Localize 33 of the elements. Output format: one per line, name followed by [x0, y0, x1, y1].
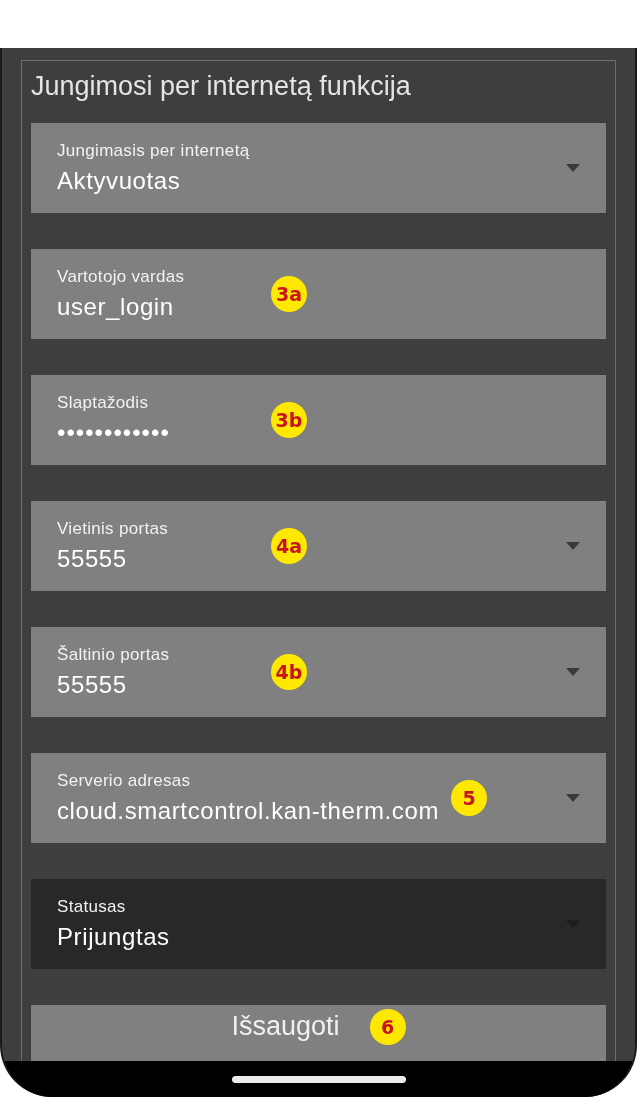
- field-value: cloud.smartcontrol.kan-therm.com: [57, 797, 439, 825]
- dropdown-field[interactable]: Šaltinio portas 55555 4b: [31, 627, 606, 717]
- home-indicator[interactable]: [231, 1075, 406, 1083]
- dropdown-arrow-icon: [566, 794, 580, 802]
- dropdown-arrow-icon: [566, 542, 580, 550]
- callout-badge: 6: [369, 1009, 406, 1045]
- field-label: Vietinis portas: [57, 519, 169, 539]
- field-label: Serverio adresas: [57, 771, 192, 791]
- field-value: user_login: [57, 293, 175, 321]
- field-value: Prijungtas: [57, 923, 171, 951]
- field-label: Šaltinio portas: [57, 645, 171, 665]
- dropdown-field[interactable]: Serverio adresas cloud.smartcontrol.kan-therm.com 5: [31, 753, 606, 843]
- field-value: 55555: [57, 545, 128, 573]
- callout-badge: 4a: [271, 528, 307, 564]
- input-field[interactable]: Vartotojo vardas user_login 3a: [31, 249, 606, 339]
- field-label: Vartotojo vardas: [57, 267, 186, 287]
- dropdown-field[interactable]: Jungimasis per internetą Aktyvuotas: [31, 123, 606, 213]
- callout-badge: 3a: [271, 276, 307, 312]
- field-value: 55555: [57, 671, 128, 699]
- field-value: Aktyvuotas: [57, 167, 182, 195]
- field-label: Slaptažodis: [57, 393, 150, 413]
- callout-badge: 4b: [271, 654, 307, 690]
- dropdown-field[interactable]: Vietinis portas 55555 4a: [31, 501, 606, 591]
- callout-badge: 5: [451, 780, 487, 816]
- field-value: ••••••••••••: [57, 419, 171, 447]
- callout-badge: 3b: [271, 402, 307, 438]
- field-label: Statusas: [57, 897, 127, 917]
- save-button[interactable]: Išsaugoti: [231, 1011, 340, 1042]
- dropdown-arrow-icon: [566, 668, 580, 676]
- input-field[interactable]: Slaptažodis •••••••••••• 3b: [31, 375, 606, 465]
- dropdown-arrow-icon: [566, 164, 580, 172]
- panel-title: Jungimosi per internetą funkcija: [31, 70, 412, 103]
- field-label: Jungimasis per internetą: [57, 141, 251, 161]
